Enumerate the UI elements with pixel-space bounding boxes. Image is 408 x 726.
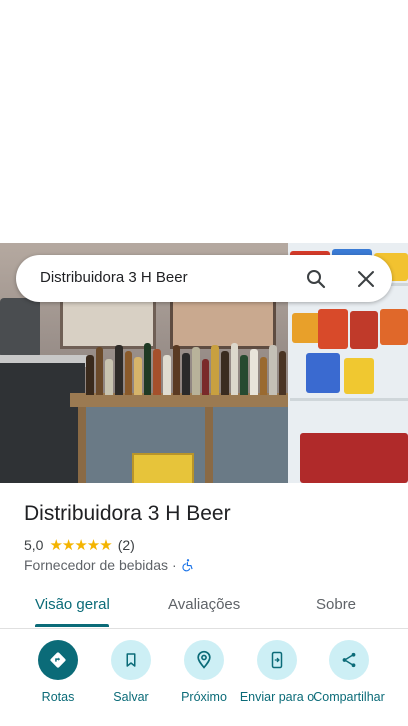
directions-label: Rotas	[41, 690, 75, 704]
separator: ·	[172, 557, 177, 573]
close-icon[interactable]	[354, 267, 378, 291]
nearby-button[interactable]: Próximo	[164, 640, 244, 704]
directions-icon	[50, 652, 66, 668]
directions-button[interactable]: Rotas	[18, 640, 98, 704]
photo-snack	[350, 311, 378, 349]
save-button[interactable]: Salvar	[91, 640, 171, 704]
star-rating-icon: ★★★★★	[49, 537, 112, 554]
photo-floor	[85, 407, 310, 483]
photo-table-leg	[205, 407, 213, 483]
photo-snack	[380, 309, 408, 345]
directions-button-circle	[38, 640, 78, 680]
nearby-button-circle	[184, 640, 224, 680]
save-label: Salvar	[113, 690, 149, 704]
active-tab-indicator	[35, 624, 109, 627]
photo-counter	[0, 363, 85, 483]
send-to-phone-icon	[271, 651, 283, 669]
place-rating[interactable]: 5,0 ★★★★★ (2)	[24, 536, 135, 554]
photo-beer-box	[132, 453, 194, 483]
send-to-phone-button[interactable]: Enviar para o	[237, 640, 317, 704]
share-button[interactable]: Compartilhar	[309, 640, 389, 704]
share-label: Compartilhar	[313, 690, 385, 704]
search-icon[interactable]	[304, 267, 328, 291]
place-title: Distribuidora 3 H Beer	[24, 502, 231, 525]
photo-window	[170, 298, 276, 349]
photo-rack	[290, 398, 408, 401]
send-to-phone-button-circle	[257, 640, 297, 680]
share-icon	[342, 652, 356, 668]
wheelchair-icon	[182, 559, 193, 572]
photo-bottles	[86, 343, 297, 395]
category-label: Fornecedor de bebidas	[24, 557, 168, 573]
photo-table	[70, 393, 315, 407]
tab-bar: Visão geral Avaliações Sobre	[0, 586, 408, 629]
place-category: Fornecedor de bebidas ·	[24, 557, 195, 573]
tab-sobre[interactable]: Sobre	[316, 596, 356, 613]
photo-snack	[306, 353, 340, 393]
save-button-circle	[111, 640, 151, 680]
search-bar[interactable]: Distribuidora 3 H Beer	[16, 255, 392, 302]
bookmark-icon	[126, 653, 136, 667]
action-bar: Rotas Salvar Próximo Enviar para o Compa…	[0, 640, 408, 726]
share-button-circle	[329, 640, 369, 680]
tab-visao-geral[interactable]: Visão geral	[35, 596, 110, 613]
photo-snack	[344, 358, 374, 394]
photo-table-leg	[78, 407, 86, 483]
photo-snack	[318, 309, 348, 349]
photo-snack	[300, 433, 408, 483]
nearby-label: Próximo	[181, 690, 227, 704]
search-query[interactable]: Distribuidora 3 H Beer	[40, 269, 188, 286]
tab-avaliacoes[interactable]: Avaliações	[168, 596, 240, 613]
review-count[interactable]: (2)	[118, 537, 135, 553]
nearby-icon	[197, 650, 211, 669]
rating-value: 5,0	[24, 537, 44, 553]
photo-chair	[0, 298, 40, 358]
send-to-phone-label: Enviar para o	[239, 690, 315, 704]
